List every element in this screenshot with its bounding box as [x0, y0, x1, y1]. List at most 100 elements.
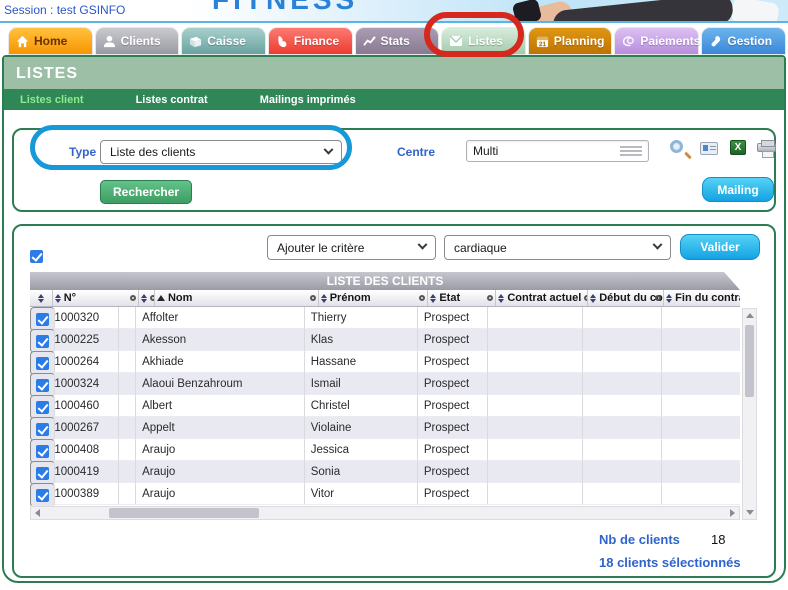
chevron-down-icon [418, 240, 428, 250]
centre-label: Centre [397, 145, 435, 159]
table-header-row: N° Nom Prénom Etat Contrat actuel Début … [30, 290, 740, 307]
sort-asc-icon[interactable] [157, 295, 165, 301]
header-contrat-actuel: Contrat actuel [496, 290, 588, 306]
tab-paiements[interactable]: Paiements [614, 27, 699, 55]
add-criterion-select[interactable]: Ajouter le critère [267, 235, 436, 260]
header-debut-contrat: Début du contrat [588, 290, 664, 306]
table-body: 1191000320 Affolter Thierry Prospect 119… [30, 307, 740, 506]
type-label: Type [69, 145, 96, 159]
chevron-down-icon [324, 144, 334, 154]
home-icon [16, 35, 29, 48]
table-row[interactable]: 1191000267 Appelt Violaine Prospect [30, 417, 740, 439]
scroll-down-icon[interactable] [746, 510, 754, 515]
sort-icon[interactable] [141, 294, 147, 303]
brand-logo: FITNESS [212, 0, 358, 16]
tab-gestion[interactable]: Gestion [701, 27, 786, 55]
sort-icon[interactable] [38, 294, 44, 303]
horizontal-scroll-thumb[interactable] [109, 508, 259, 518]
cashbox-icon [189, 35, 202, 48]
filter-panel: Type Liste des clients Centre Multi X Re… [12, 128, 776, 212]
sort-icon[interactable] [498, 294, 504, 303]
column-search-icon[interactable] [130, 295, 136, 301]
tab-listes[interactable]: Listes [441, 27, 526, 55]
envelope-icon [449, 35, 463, 47]
chevron-down-icon [653, 240, 663, 250]
list-lines-icon[interactable] [620, 146, 642, 156]
centre-input[interactable]: Multi [466, 140, 649, 162]
scroll-up-icon[interactable] [746, 313, 754, 318]
header-mini [139, 290, 155, 306]
sort-icon[interactable] [55, 294, 61, 303]
tab-finance[interactable]: Finance [268, 27, 353, 55]
wrench-icon [709, 35, 722, 48]
sort-icon[interactable] [590, 294, 596, 303]
row-checkbox[interactable] [36, 379, 49, 392]
table-row[interactable]: 1191000389 Araujo Vitor Prospect [30, 483, 740, 505]
table-row[interactable]: 1191000324 Alaoui Benzahroum Ismail Pros… [30, 373, 740, 395]
row-checkbox[interactable] [36, 445, 49, 458]
header-select [30, 290, 53, 306]
sort-icon[interactable] [321, 294, 327, 303]
table-title: LISTE DES CLIENTS [30, 272, 740, 290]
column-search-icon[interactable] [487, 295, 493, 301]
client-count-label: Nb de clients [599, 532, 680, 547]
printer-icon[interactable] [757, 143, 776, 152]
row-checkbox[interactable] [36, 313, 49, 326]
subnav-mailings-imprimes[interactable]: Mailings imprimés [260, 94, 356, 106]
tab-clients[interactable]: Clients [95, 27, 180, 55]
top-banner: FITNESS Session : test GSINFO [0, 0, 788, 23]
contact-card-icon[interactable] [700, 142, 718, 155]
header-nom: Nom [155, 290, 319, 306]
table-row[interactable]: 1191000419 Araujo Sonia Prospect [30, 461, 740, 483]
type-select[interactable]: Liste des clients [100, 140, 342, 164]
scroll-left-icon[interactable] [35, 509, 40, 517]
table-row[interactable]: 1191000408 Araujo Jessica Prospect [30, 439, 740, 461]
tab-planning[interactable]: 21 Planning [528, 27, 613, 55]
session-label: Session : test GSINFO [4, 3, 125, 17]
table-row[interactable]: 1191000460 Albert Christel Prospect [30, 395, 740, 417]
table-row[interactable]: 1191000320 Affolter Thierry Prospect [30, 307, 740, 329]
row-checkbox[interactable] [36, 423, 49, 436]
tab-caisse[interactable]: Caisse [181, 27, 266, 55]
row-checkbox[interactable] [36, 401, 49, 414]
column-search-icon[interactable] [310, 295, 316, 301]
vertical-scrollbar[interactable] [742, 308, 757, 520]
header-etat: Etat [428, 290, 496, 306]
header-no: N° [53, 290, 140, 306]
search-icon[interactable] [670, 140, 683, 153]
tab-home[interactable]: Home [8, 27, 93, 55]
client-count-value: 18 [711, 532, 725, 547]
header-fin-contrat: Fin du contrat [664, 290, 740, 306]
mailing-button[interactable]: Mailing [702, 177, 774, 202]
row-checkbox[interactable] [36, 357, 49, 370]
list-panel: Ajouter le critère cardiaque Valider LIS… [12, 224, 776, 578]
subnav-listes-contrat[interactable]: Listes contrat [136, 94, 208, 106]
valider-button[interactable]: Valider [680, 234, 760, 260]
main-tabbar: Home Clients Caisse Finance Stats Listes… [0, 23, 788, 55]
excel-export-icon[interactable]: X [730, 140, 746, 155]
tab-stats[interactable]: Stats [355, 27, 440, 55]
calendar-icon: 21 [536, 35, 549, 48]
vertical-scroll-thumb[interactable] [745, 325, 754, 397]
rechercher-button[interactable]: Rechercher [100, 180, 192, 204]
column-search-icon[interactable] [419, 295, 425, 301]
chart-icon [363, 35, 376, 48]
row-checkbox[interactable] [36, 489, 49, 502]
sort-icon[interactable] [666, 294, 672, 303]
page-title: LISTES [4, 57, 784, 89]
sort-icon[interactable] [430, 294, 436, 303]
payment-icon [622, 35, 635, 48]
table-row[interactable]: 1191000264 Akhiade Hassane Prospect [30, 351, 740, 373]
subnav-listes-client[interactable]: Listes client [20, 94, 84, 106]
clients-table: LISTE DES CLIENTS N° Nom Prénom Etat Con… [30, 272, 740, 520]
row-checkbox[interactable] [36, 335, 49, 348]
criterion-value-select[interactable]: cardiaque [444, 235, 671, 260]
row-checkbox[interactable] [36, 467, 49, 480]
header-prenom: Prénom [319, 290, 429, 306]
horizontal-scrollbar[interactable] [30, 506, 740, 520]
select-all-checkbox[interactable] [30, 250, 43, 263]
scroll-right-icon[interactable] [730, 509, 735, 517]
selected-clients-label: 18 clients sélectionnés [599, 555, 741, 570]
person-icon [103, 35, 116, 48]
table-row[interactable]: 1191000225 Akesson Klas Prospect [30, 329, 740, 351]
